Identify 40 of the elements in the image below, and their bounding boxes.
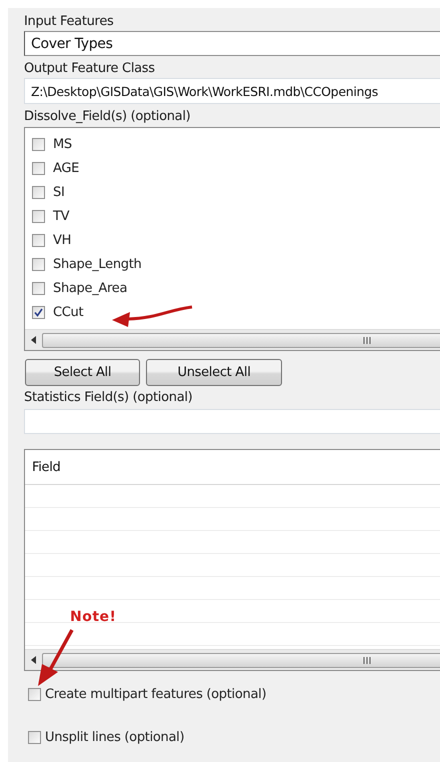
checkbox[interactable]	[32, 234, 45, 246]
horizontal-scrollbar[interactable]	[25, 329, 440, 350]
column-header[interactable]: Field	[25, 450, 440, 485]
input-field[interactable]: Cover Types	[24, 31, 440, 56]
checkbox[interactable]	[32, 258, 45, 270]
list-item[interactable]: VH	[53, 232, 72, 248]
checkbox[interactable]	[32, 210, 45, 222]
button[interactable]: Unselect All	[146, 359, 282, 386]
checkmark-icon	[34, 308, 43, 316]
checkbox[interactable]	[28, 730, 41, 744]
list-item[interactable]: SI	[53, 184, 64, 200]
list-item[interactable]: Shape_Length	[53, 256, 142, 272]
scroll-left-icon[interactable]	[31, 336, 36, 344]
note-text: Note!	[70, 609, 116, 625]
scroll-left-icon[interactable]	[31, 656, 36, 664]
list-item[interactable]: AGE	[53, 160, 80, 176]
list-item[interactable]: CCut	[53, 304, 84, 320]
scroll-thumb[interactable]	[42, 332, 440, 348]
input-field[interactable]	[24, 409, 440, 434]
checkbox[interactable]	[32, 306, 45, 318]
field-label: Statistics Field(s) (optional)	[24, 390, 194, 406]
horizontal-scrollbar[interactable]	[25, 649, 440, 670]
field-label: Output Feature Class	[24, 61, 156, 77]
checkbox[interactable]	[28, 688, 41, 700]
input-field[interactable]: Z:\Desktop\GISData\GIS\Work\WorkESRI.mdb\CCOpenings	[24, 78, 440, 104]
checkbox[interactable]	[32, 282, 45, 294]
button[interactable]: Select All	[25, 359, 140, 386]
list-item[interactable]: MS	[53, 136, 72, 152]
option-label: Create multipart features (optional)	[45, 686, 266, 702]
grip-icon	[363, 336, 372, 344]
checkbox[interactable]	[32, 162, 45, 174]
checkbox[interactable]	[32, 138, 45, 150]
list-item[interactable]: TV	[53, 208, 70, 224]
checkbox[interactable]	[32, 186, 45, 198]
field-label: Dissolve_Field(s) (optional)	[24, 109, 192, 125]
scroll-thumb[interactable]	[42, 652, 440, 668]
option-label: Unsplit lines (optional)	[45, 730, 184, 744]
grip-icon	[363, 656, 372, 664]
field-label: Input Features	[24, 14, 114, 30]
list-item[interactable]: Shape_Area	[53, 280, 128, 296]
